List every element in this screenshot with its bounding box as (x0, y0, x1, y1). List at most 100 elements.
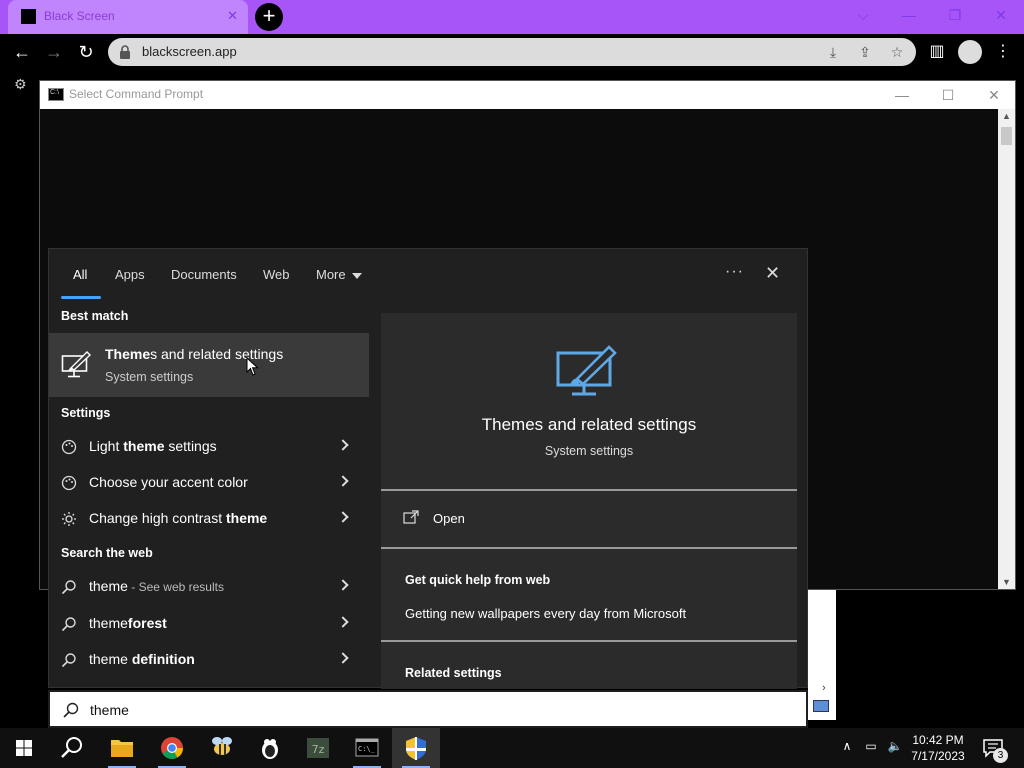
more-options-ellipsis-icon[interactable]: ··· (725, 263, 744, 281)
share-icon[interactable]: ⇪ (856, 43, 874, 61)
cmd-title: Select Command Prompt (69, 87, 204, 101)
volume-muted-icon[interactable]: 🔈 (886, 739, 904, 757)
web-item-label: themeforest (89, 615, 167, 631)
search-input[interactable]: theme (90, 702, 129, 718)
start-button[interactable] (0, 728, 48, 768)
network-icon[interactable]: ▭ (862, 739, 880, 757)
mascot-app-button[interactable] (246, 728, 294, 768)
quick-help-link[interactable]: Getting new wallpapers every day from Mi… (405, 606, 686, 621)
restore-window-button[interactable]: ❐ (932, 0, 978, 30)
browser-tab-bar: Black Screen ✕ + ⌵ — ❐ ✕ (0, 0, 1024, 34)
show-hidden-icons-chevron-icon[interactable]: ∧ (838, 739, 856, 757)
tab-more[interactable]: More (316, 267, 362, 282)
caret-down-icon (351, 272, 362, 279)
divider (381, 640, 797, 642)
chevron-right-icon[interactable] (337, 475, 349, 487)
install-app-icon[interactable]: ⤓ (824, 43, 842, 61)
reload-icon[interactable]: ↻ (75, 41, 97, 63)
result-preview-pane: Themes and related settings System setti… (381, 313, 797, 689)
scroll-up-arrow-icon[interactable]: ▲ (1002, 111, 1011, 121)
scroll-down-arrow-icon[interactable]: ▼ (1002, 577, 1011, 587)
file-explorer-button[interactable] (98, 728, 146, 768)
active-tab-indicator (61, 296, 101, 299)
security-app-button[interactable] (392, 728, 440, 768)
label-match: forest (127, 615, 167, 631)
bookmark-star-icon[interactable]: ☆ (888, 43, 906, 61)
cmd-maximize-button[interactable]: ☐ (928, 83, 968, 107)
profile-avatar-icon[interactable] (958, 40, 982, 64)
web-item-theme[interactable]: theme - See web results (49, 569, 369, 605)
preview-subtitle: System settings (544, 444, 634, 458)
scroll-thumb[interactable] (1001, 127, 1012, 145)
command-prompt-button[interactable]: C:\_ (343, 728, 391, 768)
cmd-title-bar[interactable]: Select Command Prompt — ☐ ✕ (40, 81, 1015, 109)
minimize-window-button[interactable]: — (886, 0, 932, 30)
settings-item-label: Choose your accent color (89, 474, 248, 490)
tab-documents[interactable]: Documents (171, 267, 237, 282)
search-results-list: Best match Themes and related settings S… (49, 301, 369, 689)
settings-item-accent-color[interactable]: Choose your accent color (49, 465, 369, 501)
divider (381, 489, 797, 491)
search-icon (61, 617, 76, 632)
cmd-minimize-button[interactable]: — (882, 83, 922, 107)
chevron-right-icon[interactable] (337, 616, 349, 628)
best-match-item[interactable]: Themes and related settings System setti… (49, 333, 369, 397)
shield-icon (406, 737, 426, 760)
taskbar-search-box[interactable]: theme (48, 690, 808, 728)
browser-toolbar: ← → ↻ blackscreen.app ⤓ ⇪ ☆ ▥ ⋮ (0, 34, 1024, 70)
theme-brush-monitor-icon (556, 345, 617, 396)
forward-arrow-icon[interactable]: → (43, 41, 65, 63)
settings-item-high-contrast[interactable]: Change high contrast theme (49, 501, 369, 537)
label-pre: theme (89, 615, 128, 631)
folder-icon (111, 740, 133, 757)
label-match: theme (225, 510, 268, 526)
best-match-heading: Best match (61, 309, 129, 323)
web-item-label: theme definition (89, 651, 195, 667)
close-window-button[interactable]: ✕ (978, 0, 1024, 30)
tab-apps[interactable]: Apps (115, 267, 145, 282)
chevron-right-icon[interactable] (337, 439, 349, 451)
windows-search-panel: All Apps Documents Web More ··· ✕ Best m… (48, 248, 808, 689)
7zip-button[interactable]: 7z (294, 728, 342, 768)
tab-web[interactable]: Web (263, 267, 290, 282)
cmd-scrollbar[interactable]: ▲ ▼ (998, 109, 1015, 589)
chevron-right-icon[interactable] (337, 511, 349, 523)
search-icon (61, 653, 76, 668)
preview-title: Themes and related settings (481, 415, 697, 434)
cmd-close-button[interactable]: ✕ (974, 83, 1014, 107)
browser-tab[interactable]: Black Screen ✕ (8, 0, 248, 34)
chrome-button[interactable] (148, 728, 196, 768)
search-web-heading: Search the web (61, 546, 153, 560)
background-window-edge: › (808, 590, 836, 720)
address-bar[interactable]: blackscreen.app ⤓ ⇪ ☆ (108, 38, 916, 66)
bee-app-button[interactable] (198, 728, 246, 768)
svg-text:C:\_: C:\_ (358, 745, 376, 753)
settings-item-light-theme[interactable]: Light theme settings (49, 429, 369, 465)
tab-search-chevron-icon[interactable]: ⌵ (840, 0, 886, 30)
search-icon (61, 580, 76, 595)
tab-all[interactable]: All (73, 267, 87, 282)
black-square-favicon-icon (21, 9, 36, 24)
close-search-icon[interactable]: ✕ (765, 263, 780, 284)
side-panel-icon[interactable]: ▥ (926, 41, 948, 63)
lock-icon (120, 45, 130, 59)
label-pre: Choose your accent color (89, 474, 248, 490)
search-icon (61, 737, 82, 758)
theme-brush-monitor-icon (61, 351, 91, 378)
web-item-theme-definition[interactable]: theme definition (49, 642, 369, 678)
new-tab-button[interactable]: + (255, 3, 283, 31)
svg-text:7z: 7z (312, 743, 325, 756)
extension-icon[interactable]: ⚙ (14, 76, 30, 92)
taskbar-search-button[interactable] (48, 728, 96, 768)
web-item-themeforest[interactable]: themeforest (49, 606, 369, 642)
clock-date: 7/17/2023 (911, 749, 965, 763)
url-text: blackscreen.app (142, 44, 237, 59)
taskbar-clock[interactable]: 10:42 PM 7/17/2023 (905, 732, 971, 764)
chevron-right-icon[interactable] (337, 652, 349, 664)
chrome-menu-icon[interactable]: ⋮ (992, 41, 1014, 63)
mini-window-icon (813, 700, 829, 712)
back-arrow-icon[interactable]: ← (11, 41, 33, 63)
chevron-right-icon[interactable] (337, 579, 349, 591)
tab-close-icon[interactable]: ✕ (227, 8, 238, 24)
notification-count-badge: 3 (993, 748, 1008, 763)
